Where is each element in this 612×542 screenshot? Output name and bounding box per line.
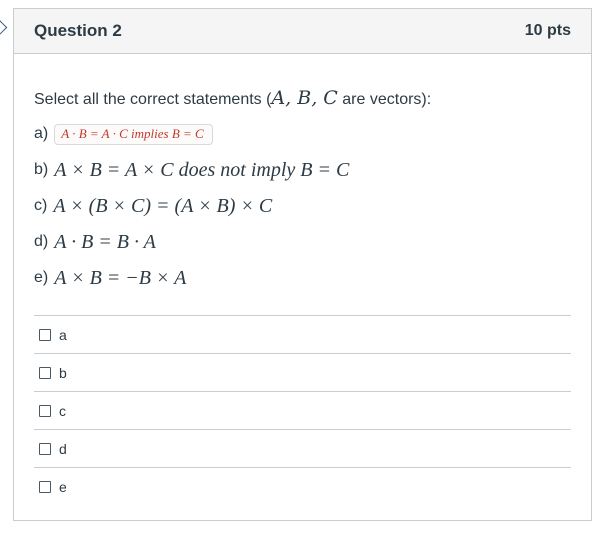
checkbox[interactable] xyxy=(39,328,51,341)
statement-e: e) A × B = −B × A xyxy=(34,260,571,296)
checkbox[interactable] xyxy=(39,366,51,379)
statement-a: a) A · B = A · C implies B = C xyxy=(34,116,571,152)
question-title: Question 2 xyxy=(34,21,122,40)
statement-b: b) A × B = A × C does not imply B = C xyxy=(34,152,571,188)
answer-option-b[interactable]: b xyxy=(34,353,571,391)
checkbox[interactable] xyxy=(39,442,51,455)
statement-letter: b) xyxy=(34,161,49,178)
answer-label[interactable]: e xyxy=(59,479,67,495)
answer-label[interactable]: a xyxy=(59,327,67,343)
statement-letter: e) xyxy=(34,269,49,286)
checkbox[interactable] xyxy=(39,404,51,417)
question-card: Question 2 10 pts Select all the correct… xyxy=(13,8,592,521)
answer-label[interactable]: d xyxy=(59,441,67,457)
checkbox[interactable] xyxy=(39,480,51,493)
question-prompt: Select all the correct statements (A, B,… xyxy=(34,86,571,110)
statement-c: c) A × (B × C) = (A × B) × C xyxy=(34,188,571,224)
statement-letter: c) xyxy=(34,197,48,214)
statement-d: d) A · B = B · A xyxy=(34,224,571,260)
answer-option-c[interactable]: c xyxy=(34,391,571,429)
statement-math: A · B = B · A xyxy=(54,231,156,253)
question-header: Question 2 10 pts xyxy=(14,9,591,54)
answer-list: a b c d e xyxy=(34,315,571,505)
statement-letter: a) xyxy=(34,125,49,142)
collapse-arrow-icon[interactable] xyxy=(0,19,8,36)
answer-option-e[interactable]: e xyxy=(34,467,571,505)
answer-label[interactable]: b xyxy=(59,365,67,381)
statement-math: A × B = A × C does not imply B = C xyxy=(54,159,350,181)
prompt-math: A, B, C xyxy=(271,87,338,109)
statement-math: A × (B × C) = (A × B) × C xyxy=(53,195,273,217)
statement-math: A × B = −B × A xyxy=(54,267,187,289)
question-points: 10 pts xyxy=(524,22,571,39)
answer-option-a[interactable]: a xyxy=(34,315,571,353)
prompt-text-after: are vectors): xyxy=(337,91,432,108)
statement-letter: d) xyxy=(34,233,49,250)
question-body: Select all the correct statements (A, B,… xyxy=(14,86,591,505)
answer-label[interactable]: c xyxy=(59,403,66,419)
statement-list: a) A · B = A · C implies B = C b) A × B … xyxy=(34,116,571,296)
statement-math-highlighted: A · B = A · C implies B = C xyxy=(54,123,213,145)
answer-option-d[interactable]: d xyxy=(34,429,571,467)
prompt-text-before: Select all the correct statements ( xyxy=(34,91,272,108)
